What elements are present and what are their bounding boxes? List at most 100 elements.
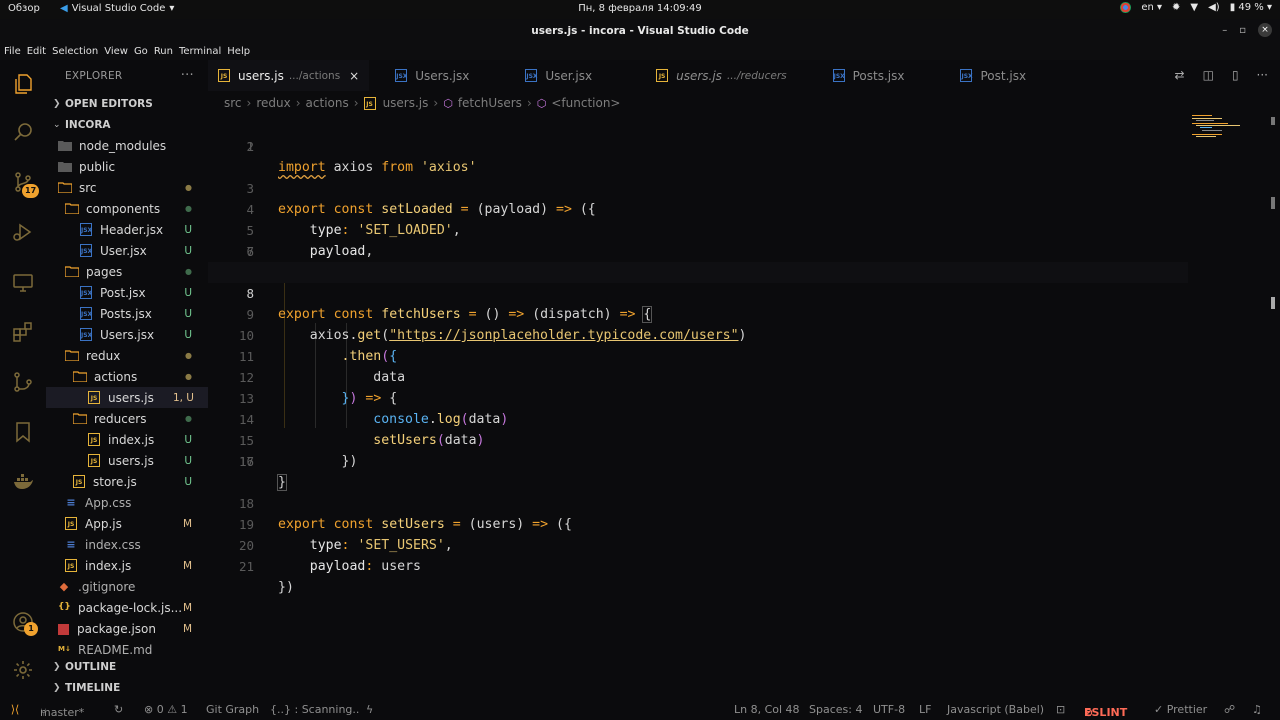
prettier-indicator[interactable]: ✓ Prettier: [1154, 703, 1207, 716]
breadcrumb-src[interactable]: src: [224, 96, 242, 110]
docker-activity[interactable]: [0, 462, 46, 502]
close-window-button[interactable]: ×: [1258, 23, 1272, 37]
chrome-icon[interactable]: [1120, 2, 1132, 13]
tab-posts-jsx[interactable]: JSX Posts.jsx: [823, 60, 951, 91]
breadcrumb-actions[interactable]: actions: [306, 96, 349, 110]
breadcrumb-function[interactable]: <function>: [551, 96, 620, 110]
tree-file-package-lock[interactable]: {} package-lock.js... M: [46, 597, 208, 618]
tree-file-header-jsx[interactable]: JSX Header.jsx U: [46, 219, 208, 240]
bookmark-icon: [16, 422, 30, 443]
timeline-section[interactable]: ❯ TIMELINE: [46, 677, 208, 698]
menu-go[interactable]: Go: [134, 46, 148, 57]
source-control-activity[interactable]: 17: [0, 162, 46, 202]
datetime[interactable]: Пн, 8 февраля 14:09:49: [578, 3, 702, 14]
open-changes-icon[interactable]: ⇄: [1175, 68, 1185, 82]
tree-file-app-js[interactable]: JS App.js M: [46, 513, 208, 534]
git-graph-activity[interactable]: [0, 362, 46, 402]
encoding[interactable]: UTF-8: [873, 703, 905, 716]
breadcrumb-file[interactable]: users.js: [383, 96, 429, 110]
breadcrumb-redux[interactable]: redux: [256, 96, 290, 110]
tree-folder-components[interactable]: components ●: [46, 198, 208, 219]
problems-indicator[interactable]: ⊗ 0 ⚠ 1: [144, 703, 188, 716]
caret-down-icon: ▾: [169, 3, 175, 14]
tree-folder-reducers[interactable]: reducers ●: [46, 408, 208, 429]
scanning-status[interactable]: {..} : Scanning..: [270, 703, 359, 716]
tab-users-jsx[interactable]: JSX Users.jsx: [369, 60, 515, 91]
explorer-more-icon[interactable]: ···: [181, 68, 194, 83]
vertical-scrollbar[interactable]: [1268, 113, 1280, 700]
tree-file-post-jsx[interactable]: JSX Post.jsx U: [46, 282, 208, 303]
outline-section[interactable]: ❯ OUTLINE: [46, 656, 208, 677]
code-line: 13 console.log(data): [208, 367, 1188, 427]
tree-folder-public[interactable]: public: [46, 156, 208, 177]
tree-file-gitignore[interactable]: ◆ .gitignore: [46, 576, 208, 597]
activities-button[interactable]: Обзор: [8, 3, 40, 14]
broadcast-icon[interactable]: ☍: [1224, 703, 1235, 716]
chevron-right-icon: ❯: [53, 98, 61, 109]
tree-file-user-jsx[interactable]: JSX User.jsx U: [46, 240, 208, 261]
menu-terminal[interactable]: Terminal: [179, 46, 221, 57]
incora-section[interactable]: ⌄ INCORA: [46, 114, 208, 135]
manage-activity[interactable]: [0, 650, 46, 690]
sync-icon[interactable]: ↻: [114, 703, 123, 716]
open-editors-section[interactable]: ❯ OPEN EDITORS: [46, 93, 208, 114]
lightning-icon[interactable]: ϟ: [366, 703, 373, 716]
tree-folder-src[interactable]: src ●: [46, 177, 208, 198]
maximize-button[interactable]: ▫: [1239, 25, 1246, 36]
accounts-activity[interactable]: 1: [0, 602, 46, 642]
lang-indicator[interactable]: en ▾: [1141, 2, 1162, 13]
tab-actions-users-js[interactable]: JS users.js .../actions ×: [208, 60, 370, 91]
tree-file-posts-jsx[interactable]: JSX Posts.jsx U: [46, 303, 208, 324]
language-mode[interactable]: Javascript (Babel): [947, 703, 1044, 716]
search-activity[interactable]: [0, 112, 46, 152]
indentation[interactable]: Spaces: 4: [809, 703, 862, 716]
code-editor[interactable]: 1 import axios from 'axios' 2 3 export c…: [208, 113, 1280, 700]
tree-file-index-js[interactable]: JS index.js M: [46, 555, 208, 576]
app-menu[interactable]: ◀ Visual Studio Code ▾: [60, 3, 174, 14]
feedback-icon[interactable]: ⊡: [1056, 703, 1065, 716]
tree-file-actions-users-js[interactable]: JS users.js 1, U: [46, 387, 208, 408]
menu-run[interactable]: Run: [154, 46, 173, 57]
tree-file-reducers-users-js[interactable]: JS users.js U: [46, 450, 208, 471]
menu-selection[interactable]: Selection: [52, 46, 98, 57]
tree-file-store-js[interactable]: JS store.js U: [46, 471, 208, 492]
line-ending[interactable]: LF: [919, 703, 931, 716]
menu-view[interactable]: View: [104, 46, 128, 57]
js-file-icon: JS: [88, 433, 100, 446]
run-debug-activity[interactable]: [0, 212, 46, 252]
menu-edit[interactable]: Edit: [27, 46, 46, 57]
menu-help[interactable]: Help: [227, 46, 250, 57]
breadcrumb-symbol[interactable]: fetchUsers: [458, 96, 522, 110]
tree-folder-node_modules[interactable]: node_modules: [46, 135, 208, 156]
tree-file-index-css[interactable]: ≡ index.css: [46, 534, 208, 555]
tree-folder-redux[interactable]: redux ●: [46, 345, 208, 366]
tree-file-app-css[interactable]: ≡ App.css: [46, 492, 208, 513]
git-graph-button[interactable]: Git Graph: [206, 703, 259, 716]
tab-post-jsx[interactable]: JSX Post.jsx: [950, 60, 1036, 91]
tree-file-package-json[interactable]: package.json M: [46, 618, 208, 639]
code-line: 19 type: 'SET_USERS',: [208, 493, 1188, 553]
split-editor-icon[interactable]: ◫: [1203, 68, 1214, 82]
tree-folder-actions[interactable]: actions ●: [46, 366, 208, 387]
scroll-marker: [1271, 197, 1275, 209]
remote-indicator[interactable]: ⟩⟨: [0, 700, 30, 720]
close-tab-icon[interactable]: ×: [349, 69, 359, 83]
tree-file-users-jsx[interactable]: JSX Users.jsx U: [46, 324, 208, 345]
cursor-position[interactable]: Ln 8, Col 48: [734, 703, 800, 716]
tree-folder-pages[interactable]: pages ●: [46, 261, 208, 282]
menu-file[interactable]: File: [4, 46, 21, 57]
more-actions-icon[interactable]: ···: [1257, 68, 1268, 82]
notifications-bell-icon[interactable]: ♫: [1252, 703, 1262, 716]
tab-user-jsx[interactable]: JSX User.jsx: [515, 60, 646, 91]
extensions-activity[interactable]: [0, 312, 46, 352]
explorer-activity[interactable]: [0, 64, 46, 104]
minimap[interactable]: [1188, 113, 1268, 153]
tree-file-reducers-index-js[interactable]: JS index.js U: [46, 429, 208, 450]
remote-explorer-activity[interactable]: [0, 262, 46, 302]
toggle-layout-icon[interactable]: ▯: [1232, 68, 1239, 82]
markdown-file-icon: M↓: [58, 645, 71, 653]
battery-indicator[interactable]: ▮ 49 % ▾: [1230, 2, 1272, 13]
bookmarks-activity[interactable]: [0, 412, 46, 452]
minimize-button[interactable]: –: [1222, 25, 1227, 36]
tab-reducers-users-js[interactable]: JS users.js .../reducers: [646, 60, 823, 91]
